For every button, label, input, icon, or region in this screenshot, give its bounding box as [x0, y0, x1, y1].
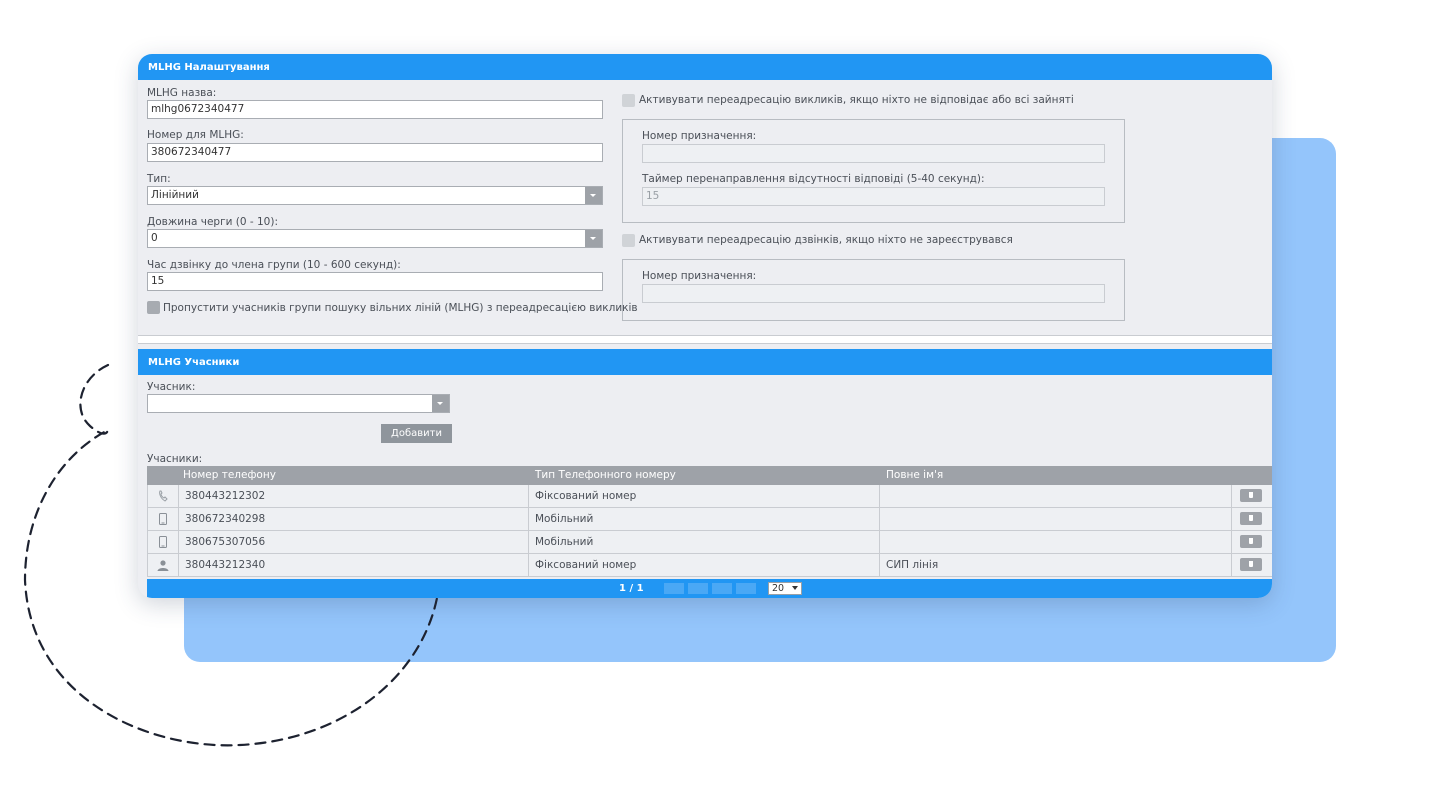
forward-timer-label: Таймер перенаправлення відсутності відпо…: [642, 173, 985, 185]
cell-name: [879, 531, 1231, 553]
page-size-select[interactable]: 20: [768, 582, 802, 595]
cell-name: СИП лінія: [879, 554, 1231, 576]
queue-label: Довжина черги (0 - 10):: [147, 216, 278, 228]
section-divider: [138, 335, 1272, 344]
number-input[interactable]: 380672340477: [147, 143, 603, 162]
queue-select-value: 0: [151, 232, 158, 244]
skip-forwarded-checkbox[interactable]: [147, 301, 160, 314]
forward-timer-input[interactable]: 15: [642, 187, 1105, 206]
forward-unregistered-destination-input[interactable]: [642, 284, 1105, 303]
forward-busy-label: Активувати переадресацію викликів, якщо …: [639, 94, 1074, 106]
forward-unregistered-group: Номер призначення:: [622, 259, 1125, 321]
type-select[interactable]: Лінійний: [147, 186, 603, 205]
name-label: MLHG назва:: [147, 87, 217, 99]
settings-header: MLHG Налаштування: [138, 54, 1272, 80]
chevron-down-icon[interactable]: [432, 395, 449, 412]
member-label: Учасник:: [147, 381, 196, 393]
type-label: Тип:: [147, 173, 171, 185]
table-row[interactable]: 380675307056 Мобільний: [147, 531, 1272, 554]
cell-number: 380443212340: [178, 554, 528, 576]
cell-number: 380672340298: [178, 508, 528, 530]
user-icon: [148, 554, 178, 576]
ring-time-input[interactable]: 15: [147, 272, 603, 291]
prev-page-icon[interactable]: [688, 583, 708, 594]
forward-busy-group: Номер призначення: Таймер перенаправленн…: [622, 119, 1125, 223]
column-header-name[interactable]: Повне ім'я: [886, 466, 943, 485]
pagination-bar: 1 / 1 20: [147, 579, 1272, 598]
cell-name: [879, 485, 1231, 507]
delete-icon[interactable]: [1240, 535, 1262, 548]
delete-icon[interactable]: [1240, 489, 1262, 502]
table-row[interactable]: 380672340298 Мобільний: [147, 508, 1272, 531]
cell-number: 380675307056: [178, 531, 528, 553]
cell-name: [879, 508, 1231, 530]
queue-select[interactable]: 0: [147, 229, 603, 248]
phone-handset-icon: [148, 485, 178, 507]
mlhg-settings-card: MLHG Налаштування MLHG назва: mlhg067234…: [138, 54, 1272, 598]
mobile-phone-icon: [148, 508, 178, 530]
first-page-icon[interactable]: [664, 583, 684, 594]
forward-unregistered-label: Активувати переадресацію дзвінків, якщо …: [639, 234, 1013, 246]
page-indicator: 1 / 1: [619, 583, 644, 594]
member-select[interactable]: [147, 394, 450, 413]
table-header: Номер телефону Тип Телефонного номеру По…: [147, 466, 1272, 485]
mobile-phone-icon: [148, 531, 178, 553]
forward-busy-destination-input[interactable]: [642, 144, 1105, 163]
next-page-icon[interactable]: [712, 583, 732, 594]
column-header-type[interactable]: Тип Телефонного номеру: [535, 466, 676, 485]
forward-unregistered-checkbox[interactable]: [622, 234, 635, 247]
forward-busy-destination-label: Номер призначення:: [642, 130, 757, 142]
members-table: Номер телефону Тип Телефонного номеру По…: [147, 466, 1272, 577]
members-list-label: Учасники:: [147, 453, 203, 465]
delete-icon[interactable]: [1240, 558, 1262, 571]
cell-type: Фіксований номер: [528, 554, 879, 576]
last-page-icon[interactable]: [736, 583, 756, 594]
cell-type: Фіксований номер: [528, 485, 879, 507]
skip-forwarded-label: Пропустити учасників групи пошуку вільни…: [163, 302, 638, 314]
chevron-down-icon[interactable]: [585, 187, 602, 204]
forward-busy-checkbox[interactable]: [622, 94, 635, 107]
table-row[interactable]: 380443212340 Фіксований номер СИП лінія: [147, 554, 1272, 577]
cell-type: Мобільний: [528, 531, 879, 553]
forward-unregistered-destination-label: Номер призначення:: [642, 270, 757, 282]
members-header: MLHG Учасники: [138, 349, 1272, 375]
cell-number: 380443212302: [178, 485, 528, 507]
type-select-value: Лінійний: [151, 189, 199, 201]
number-label: Номер для MLHG:: [147, 129, 244, 141]
column-header-number[interactable]: Номер телефону: [183, 466, 276, 485]
add-member-button[interactable]: Добавити: [381, 424, 452, 443]
cell-type: Мобільний: [528, 508, 879, 530]
ring-time-label: Час дзвінку до члена групи (10 - 600 сек…: [147, 259, 401, 271]
name-input[interactable]: mlhg0672340477: [147, 100, 603, 119]
delete-icon[interactable]: [1240, 512, 1262, 525]
chevron-down-icon[interactable]: [585, 230, 602, 247]
table-row[interactable]: 380443212302 Фіксований номер: [147, 485, 1272, 508]
